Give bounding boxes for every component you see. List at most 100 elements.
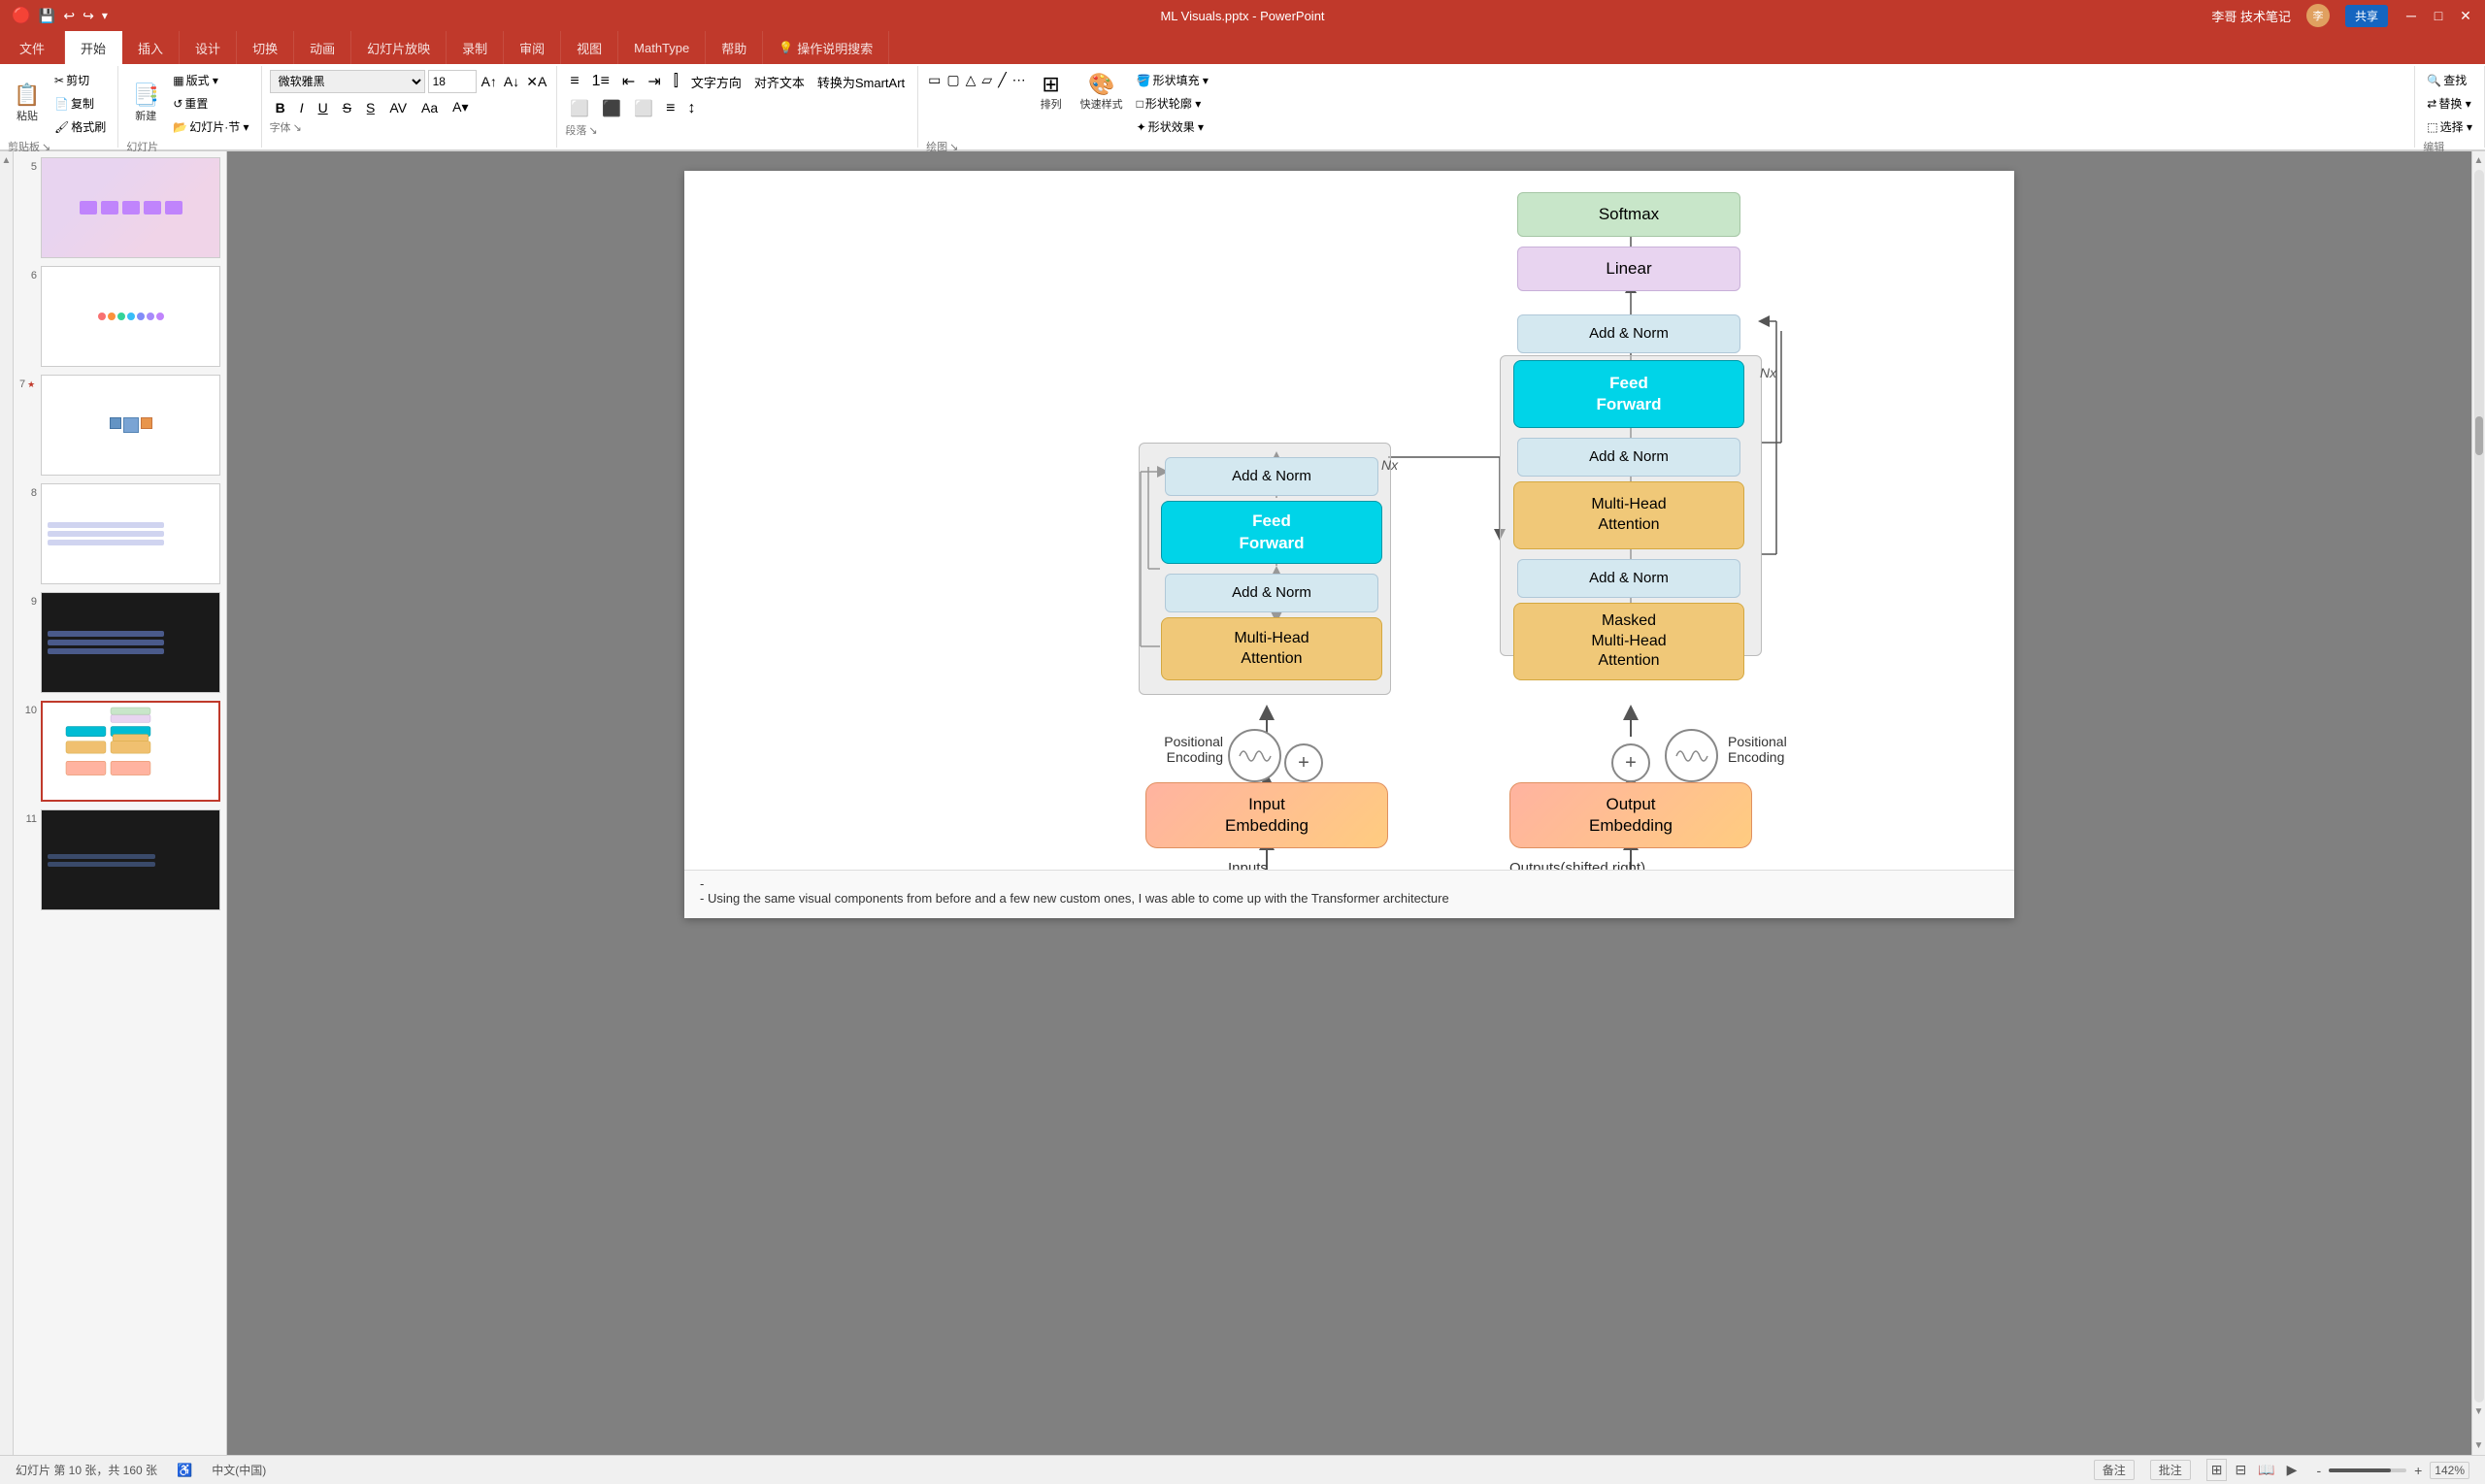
softmax-box: Softmax (1517, 192, 1740, 237)
close-button[interactable]: ✕ (2458, 8, 2473, 23)
zoom-out-button[interactable]: - (2316, 1463, 2321, 1478)
reading-view-button[interactable]: 📖 (2254, 1460, 2278, 1480)
tab-mathtype[interactable]: MathType (618, 31, 706, 64)
slide-thumb-11[interactable]: 11 (17, 808, 222, 912)
find-icon: 🔍 (2427, 74, 2441, 87)
zoom-in-button[interactable]: + (2414, 1463, 2422, 1478)
decrease-indent[interactable]: ⇤ (617, 70, 640, 93)
quick-access-save[interactable]: 💾 (39, 8, 55, 24)
font-size-input[interactable] (428, 70, 477, 93)
justify[interactable]: ≡ (661, 98, 679, 119)
normal-view-button[interactable]: ⊞ (2206, 1459, 2228, 1481)
copy-button[interactable]: 📄 复制 (50, 93, 110, 114)
tab-help[interactable]: 帮助 (706, 31, 763, 64)
underline-button[interactable]: U (313, 98, 334, 117)
shape-effect-button[interactable]: ✦ 形状效果 ▾ (1133, 116, 1212, 137)
slide-sorter-button[interactable]: ⊟ (2231, 1460, 2250, 1480)
select-button[interactable]: ⬚ 选择 ▾ (2423, 116, 2476, 137)
tab-search[interactable]: 💡 操作说明搜索 (763, 31, 889, 64)
align-right[interactable]: ⬜ (629, 97, 658, 120)
paste-button[interactable]: 📋 粘贴 (8, 81, 47, 125)
tab-slideshow[interactable]: 幻灯片放映 (351, 31, 447, 64)
shape-outline-button[interactable]: □ 形状轮廓 ▾ (1133, 93, 1212, 114)
slide-thumb-8[interactable]: 8 (17, 481, 222, 586)
change-case-button[interactable]: Aa (415, 98, 444, 117)
char-spacing-button[interactable]: AV (383, 98, 413, 117)
quick-access-more[interactable]: ▾ (102, 9, 108, 22)
quick-styles-button[interactable]: 🎨 快速样式 (1075, 70, 1129, 115)
shadow-button[interactable]: S̲ (360, 98, 381, 117)
tab-animations[interactable]: 动画 (294, 31, 351, 64)
tab-record[interactable]: 录制 (447, 31, 504, 64)
quick-access-undo[interactable]: ↩ (63, 8, 75, 24)
font-family-select[interactable]: 微软雅黑 (270, 70, 425, 93)
tab-file[interactable]: 文件 (0, 31, 65, 64)
zoom-level[interactable]: 142% (2430, 1462, 2469, 1479)
section-button[interactable]: 📂 幻灯片·节 ▾ (169, 116, 252, 137)
font-expand-icon[interactable]: ↘ (293, 121, 302, 134)
cut-button[interactable]: ✂ 剪切 (50, 70, 110, 90)
new-slide-button[interactable]: 📑 新建 (126, 81, 165, 125)
shape-tri[interactable]: △ (964, 70, 978, 90)
bold-button[interactable]: B (270, 98, 291, 117)
scroll-bottom-button[interactable]: ▼ (2472, 1404, 2485, 1419)
scroll-top-button[interactable]: ▲ (2472, 153, 2485, 168)
reset-button[interactable]: ↺ 重置 (169, 93, 252, 114)
comments-button[interactable]: 批注 (2150, 1460, 2191, 1480)
maximize-button[interactable]: □ (2431, 8, 2446, 23)
scroll-far-btn[interactable]: ▼ (2472, 1438, 2485, 1453)
slide-thumb-10[interactable]: 10 (17, 699, 222, 804)
tab-review[interactable]: 审阅 (504, 31, 561, 64)
shape-fill-button[interactable]: 🪣 形状填充 ▾ (1133, 70, 1212, 90)
shape-fill-icon: 🪣 (1137, 74, 1151, 87)
tab-transitions[interactable]: 切换 (237, 31, 294, 64)
align-center[interactable]: ⬛ (597, 97, 626, 120)
strikethrough-button[interactable]: S (337, 98, 357, 117)
format-painter-button[interactable]: 🖌 格式刷 (50, 116, 110, 137)
slide-canvas[interactable]: Nx Add & Norm FeedForward Add & Norm Mul… (684, 171, 2014, 918)
font-size-increase[interactable]: A↑ (480, 72, 499, 91)
minimize-button[interactable]: ─ (2403, 8, 2419, 23)
zoom-slider[interactable] (2329, 1468, 2406, 1472)
font-size-decrease[interactable]: A↓ (502, 72, 521, 91)
increase-indent[interactable]: ⇥ (643, 70, 665, 93)
replace-button[interactable]: ⇄ 替换 ▾ (2423, 93, 2476, 114)
tab-view[interactable]: 视图 (561, 31, 618, 64)
scroll-up-btn[interactable]: ▲ (2, 155, 12, 166)
numbering-button[interactable]: 1≡ (587, 71, 614, 92)
shape-rounded[interactable]: ▢ (944, 70, 961, 90)
slide-panel: 5 6 (14, 151, 227, 1455)
shape-para[interactable]: ▱ (979, 70, 994, 90)
window-controls[interactable]: ─ □ ✕ (2403, 8, 2473, 23)
layout-button[interactable]: ▦ 版式 ▾ (169, 70, 252, 90)
shape-line[interactable]: ╱ (996, 70, 1008, 90)
shape-rect[interactable]: ▭ (926, 70, 943, 90)
clear-format-button[interactable]: ✕A (524, 72, 548, 92)
slide-thumb-6[interactable]: 6 (17, 264, 222, 369)
para-expand-icon[interactable]: ↘ (588, 124, 597, 137)
share-btn[interactable]: 共享 (2345, 5, 2388, 27)
find-button[interactable]: 🔍 查找 (2423, 70, 2476, 90)
notes-button[interactable]: 备注 (2094, 1460, 2135, 1480)
font-color-button[interactable]: A▾ (447, 97, 474, 117)
slide-thumb-7[interactable]: 7 ★ (17, 373, 222, 478)
slide-thumb-5[interactable]: 5 (17, 155, 222, 260)
slideshow-view-button[interactable]: ▶ (2283, 1460, 2302, 1480)
slide-thumb-9[interactable]: 9 (17, 590, 222, 695)
smartart[interactable]: 转换为SmartArt (812, 71, 910, 93)
tab-design[interactable]: 设计 (180, 31, 237, 64)
tab-home[interactable]: 开始 (65, 31, 122, 64)
italic-button[interactable]: I (294, 98, 310, 117)
align-text[interactable]: 对齐文本 (749, 71, 810, 93)
align-left[interactable]: ⬜ (565, 97, 594, 120)
bullets-button[interactable]: ≡ (565, 71, 583, 92)
quick-access-redo[interactable]: ↪ (83, 8, 94, 24)
arrange-button[interactable]: ⊞ 排列 (1032, 70, 1071, 115)
scroll-thumb[interactable] (2475, 416, 2483, 455)
tab-insert[interactable]: 插入 (122, 31, 180, 64)
text-direction[interactable]: 文字方向 (686, 71, 746, 93)
shape-more[interactable]: ⋯ (1011, 70, 1028, 90)
add-norm-enc-bot-label: Add & Norm (1232, 583, 1311, 603)
col-layout[interactable]: ⫿ (669, 71, 683, 92)
line-spacing[interactable]: ↕ (682, 98, 700, 119)
